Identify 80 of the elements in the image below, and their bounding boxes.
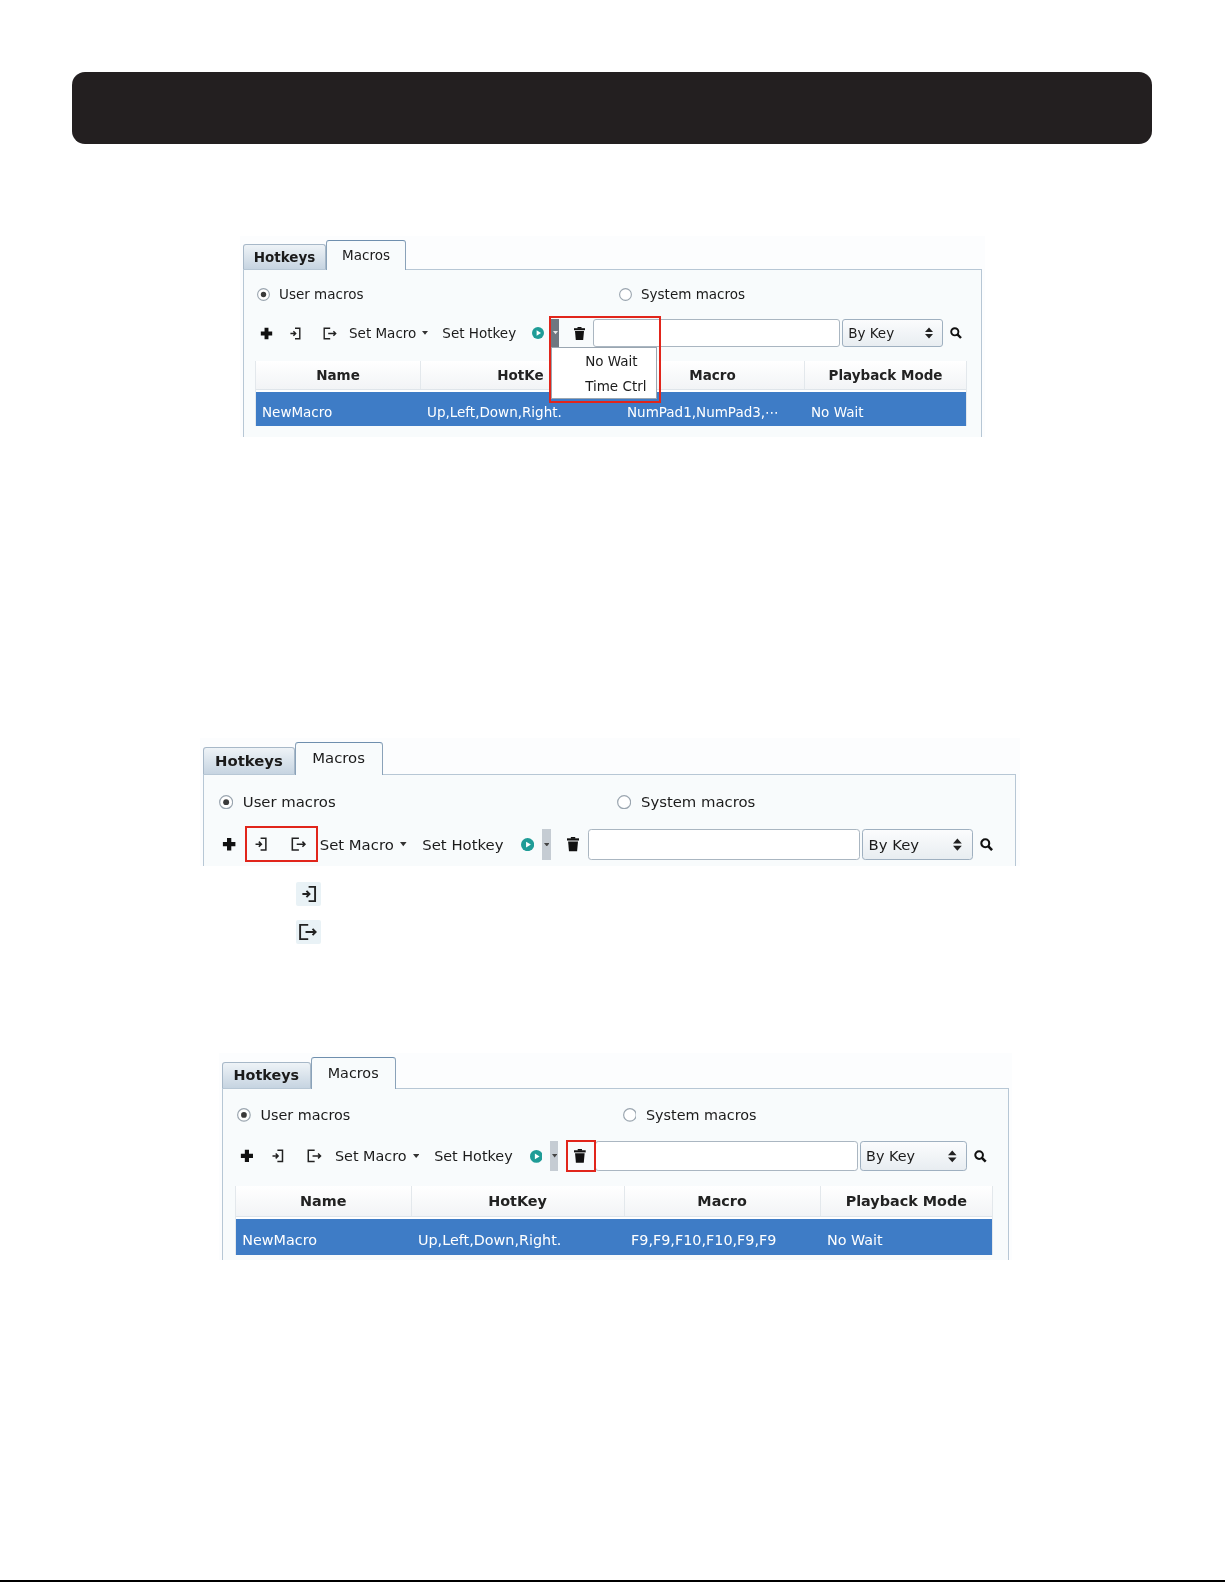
radio-button[interactable] — [619, 287, 632, 301]
table-cell-text: Up,Left,Down,Right. — [426, 404, 563, 420]
column-header: HotKe — [497, 367, 544, 383]
set-hotkey-button[interactable]: Set Hotkey — [438, 321, 521, 345]
tab[interactable]: Macros — [310, 1057, 396, 1090]
radio-option[interactable]: System macros — [622, 1106, 757, 1123]
caret-icon — [552, 331, 558, 335]
tab[interactable]: Macros — [326, 240, 406, 270]
column-header: Playback Mode — [845, 1193, 967, 1209]
trash-icon — [566, 837, 579, 852]
table-row[interactable]: NewMacro Up,Left,Down,Right. F9,F9,F10,F10,F9,F9 No Wait — [235, 1219, 993, 1256]
search-field[interactable] — [593, 319, 841, 347]
updown-arrows-icon — [948, 1149, 957, 1163]
dropdown-button[interactable] — [549, 1141, 559, 1172]
enter-arrow-icon — [253, 837, 267, 852]
table-cell-text: No Wait — [825, 1231, 884, 1249]
enter-arrow-icon — [289, 326, 301, 340]
column-header: Macro — [697, 1193, 747, 1209]
sort-select[interactable]: By Key — [842, 319, 944, 347]
search-field[interactable] — [594, 1141, 858, 1172]
table-cell-text: NewMacro — [261, 404, 334, 420]
radio-button[interactable] — [218, 794, 233, 809]
table-cell-text: NumPad1,NumPad3,⋯ — [626, 404, 780, 420]
sort-select[interactable]: By Key — [862, 829, 974, 860]
menu-item[interactable]: No Wait — [552, 348, 657, 373]
radio-button[interactable] — [237, 1107, 251, 1122]
set-macro-button[interactable]: Set Macro — [317, 831, 412, 858]
exit-arrow-icon — [291, 837, 307, 852]
tab[interactable]: Hotkeys — [222, 1061, 311, 1089]
enter-arrow-icon — [271, 1149, 284, 1164]
table-cell-text: Up,Left,Down,Right. — [417, 1231, 563, 1249]
play-icon — [532, 327, 545, 339]
column-header: Name — [300, 1193, 347, 1209]
search-icon — [974, 1149, 988, 1163]
table-row[interactable]: NewMacro Up,Left,Down,Right. NumPad1,NumPad3,⋯ No Wait — [256, 392, 966, 426]
search-icon — [980, 837, 994, 852]
radio-option[interactable]: System macros — [619, 286, 746, 302]
radio-button[interactable] — [616, 794, 632, 809]
updown-arrows-icon — [925, 327, 934, 339]
table-cell-text: No Wait — [810, 404, 865, 420]
table-cell-text: F9,F9,F10,F10,F9,F9 — [630, 1231, 778, 1249]
set-hotkey-button[interactable]: Set Hotkey — [429, 1143, 517, 1169]
play-icon — [521, 837, 535, 852]
tab[interactable]: Hotkeys — [203, 746, 295, 775]
tab[interactable]: Macros — [294, 742, 383, 776]
caret-icon — [551, 1154, 557, 1159]
sort-select[interactable]: By Key — [859, 1141, 968, 1172]
caret-icon — [412, 1154, 420, 1159]
set-macro-button[interactable]: Set Macro — [347, 321, 433, 345]
column-header: HotKey — [488, 1193, 547, 1209]
radio-button[interactable] — [622, 1107, 637, 1122]
search-icon — [949, 327, 962, 339]
radio-option[interactable]: User macros — [257, 286, 364, 302]
radio-option[interactable]: User macros — [237, 1106, 351, 1123]
dropdown-button[interactable] — [551, 319, 560, 347]
radio-button[interactable] — [257, 287, 270, 301]
search-field[interactable] — [588, 829, 860, 860]
caret-icon — [400, 842, 407, 847]
highlight-box — [566, 1140, 596, 1173]
column-header: Name — [316, 367, 360, 383]
play-icon — [529, 1149, 543, 1163]
radio-option[interactable]: User macros — [218, 792, 336, 811]
radio-option[interactable]: System macros — [616, 792, 756, 811]
plus-icon — [260, 326, 273, 340]
caret-icon — [543, 842, 550, 847]
column-header: Playback Mode — [828, 367, 943, 383]
dropdown-button[interactable] — [541, 829, 551, 860]
plus-icon — [240, 1149, 255, 1164]
tab[interactable]: Hotkeys — [243, 244, 326, 269]
plus-icon — [221, 837, 237, 852]
updown-arrows-icon — [953, 837, 963, 852]
set-hotkey-button[interactable]: Set Hotkey — [417, 831, 508, 858]
trash-icon — [573, 326, 585, 340]
trash-icon — [573, 1149, 586, 1164]
set-macro-button[interactable]: Set Macro — [332, 1143, 424, 1169]
column-header: Macro — [689, 367, 736, 383]
table-cell-text: NewMacro — [241, 1231, 319, 1249]
exit-arrow-icon — [323, 326, 337, 340]
caret-icon — [422, 331, 429, 335]
exit-arrow-icon — [307, 1149, 323, 1164]
